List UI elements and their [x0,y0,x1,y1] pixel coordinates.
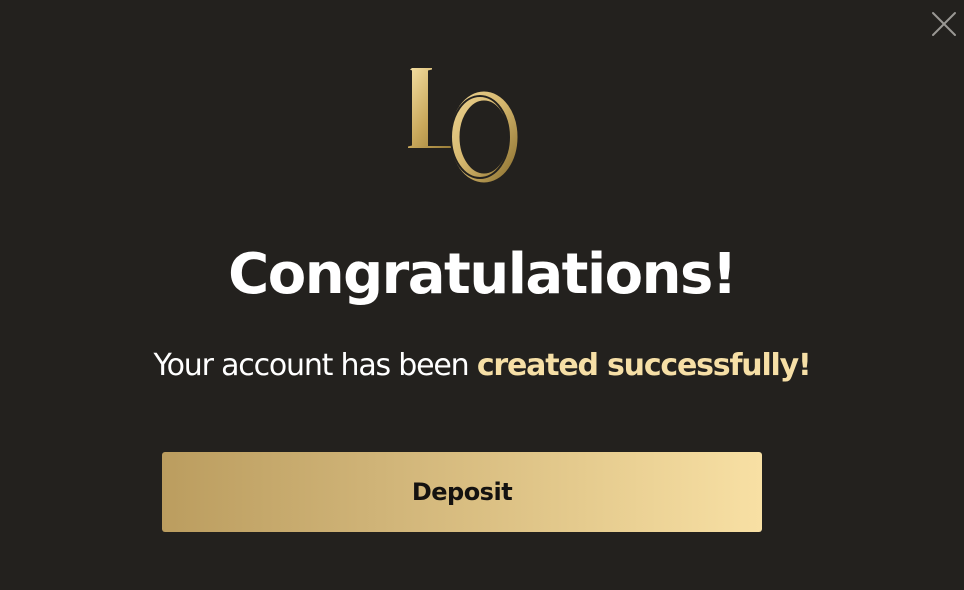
brand-logo [408,68,518,183]
message-text: Your account has been [153,348,470,383]
page-title: Congratulations! [228,242,737,307]
close-icon [932,12,956,36]
deposit-button-label: Deposit [411,478,513,506]
success-message: Your account has been created successful… [0,345,964,387]
deposit-button[interactable]: Deposit [162,452,762,532]
message-highlight: created successfully! [476,348,812,383]
close-button[interactable] [930,10,958,38]
success-modal: Congratulations! Your account has been c… [0,0,964,590]
